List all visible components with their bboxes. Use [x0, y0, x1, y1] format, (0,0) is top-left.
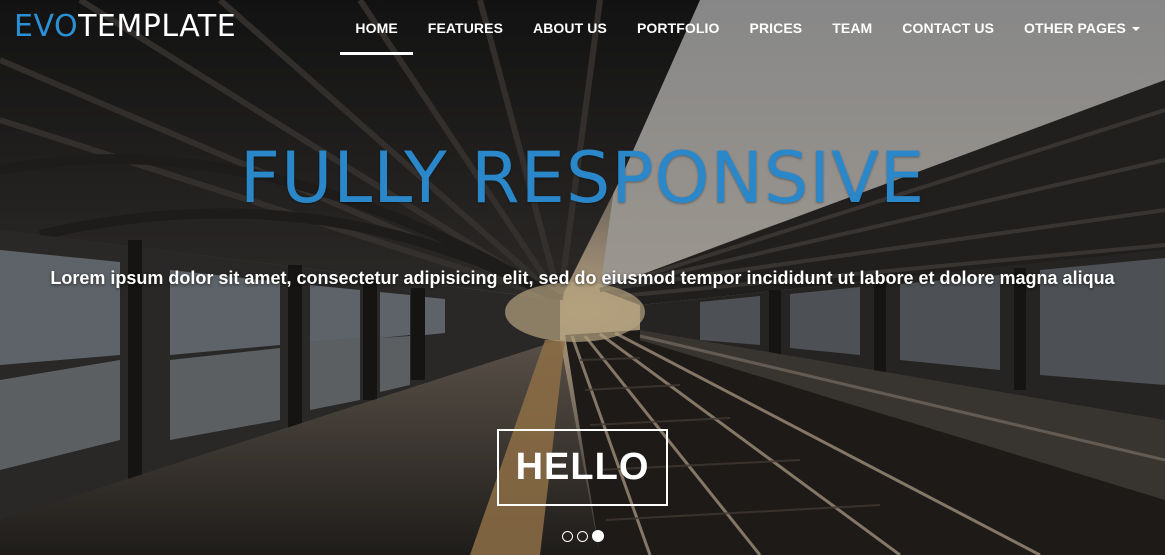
- hello-button[interactable]: HELLO: [497, 429, 668, 506]
- nav-item-label: TEAM: [832, 20, 873, 36]
- nav-item-home[interactable]: HOME: [340, 0, 414, 56]
- carousel-indicator-1[interactable]: [561, 531, 573, 542]
- nav-item-team[interactable]: TEAM: [817, 0, 887, 56]
- nav-item-prices[interactable]: PRICES: [735, 0, 818, 56]
- brand-logo-rest: TEMPLATE: [78, 9, 237, 44]
- nav-item-label: PORTFOLIO: [636, 20, 720, 36]
- caret-down-icon: [1132, 27, 1140, 31]
- main-nav: HOME FEATURES ABOUT US PORTFOLIO PRICES …: [340, 0, 1155, 56]
- nav-item-label: CONTACT US: [902, 20, 995, 36]
- carousel-indicator-2[interactable]: [576, 531, 588, 542]
- nav-item-label: PRICES: [749, 20, 803, 36]
- carousel-indicators: [0, 530, 1165, 542]
- carousel-indicator-3[interactable]: [591, 530, 604, 542]
- top-navbar: EVOTEMPLATE HOME FEATURES ABOUT US PORTF…: [0, 0, 1165, 56]
- hero-slider: EVOTEMPLATE HOME FEATURES ABOUT US PORTF…: [0, 0, 1165, 555]
- nav-item-features[interactable]: FEATURES: [413, 0, 518, 56]
- nav-item-label: HOME: [355, 20, 398, 36]
- nav-item-contact-us[interactable]: CONTACT US: [887, 0, 1009, 56]
- hero-title: FULLY RESPONSIVE: [239, 137, 926, 219]
- nav-item-label: ABOUT US: [533, 20, 607, 36]
- brand-logo-accent: EVO: [14, 9, 79, 44]
- nav-item-portfolio[interactable]: PORTFOLIO: [622, 0, 735, 56]
- nav-item-other-pages[interactable]: OTHER PAGES: [1009, 0, 1155, 56]
- nav-item-label: FEATURES: [427, 20, 504, 36]
- brand-logo[interactable]: EVOTEMPLATE: [14, 8, 236, 46]
- nav-item-label: OTHER PAGES: [1024, 20, 1126, 36]
- nav-item-about-us[interactable]: ABOUT US: [518, 0, 622, 56]
- hero-description: Lorem ipsum dolor sit amet, consectetur …: [50, 268, 1115, 288]
